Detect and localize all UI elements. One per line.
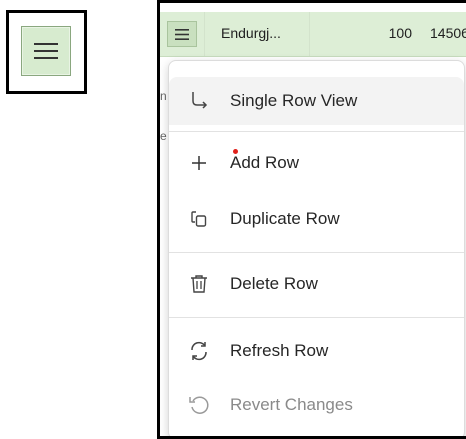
- menu-item-refresh-row[interactable]: Refresh Row: [169, 327, 464, 375]
- menu-item-label: Refresh Row: [230, 341, 329, 360]
- grid-cell-number[interactable]: 100: [366, 25, 412, 41]
- menu-item-single-row-view[interactable]: Single Row View: [169, 77, 464, 125]
- selected-grid-row[interactable]: Endurgj... 100 145060: [160, 12, 466, 57]
- hamburger-icon: [175, 28, 189, 40]
- indicator-dot: [233, 149, 238, 154]
- hamburger-icon: [34, 43, 58, 59]
- duplicate-icon: [187, 207, 211, 231]
- menu-item-label: Add Row: [230, 153, 299, 172]
- zoom-callout: [6, 10, 87, 94]
- background-text-fragment: n: [160, 89, 167, 103]
- menu-item-revert-changes[interactable]: Revert Changes: [169, 381, 464, 429]
- plus-icon: [187, 151, 211, 175]
- row-actions-button-zoomed[interactable]: [21, 26, 71, 76]
- revert-icon: [187, 393, 211, 417]
- menu-separator: [169, 131, 464, 132]
- row-actions-menu: Single Row View Add Row Duplicate Row De…: [168, 60, 465, 436]
- menu-item-delete-row[interactable]: Delete Row: [169, 260, 464, 308]
- grid-cell-name[interactable]: Endurgj...: [221, 25, 281, 41]
- menu-item-label: Delete Row: [230, 274, 318, 293]
- column-divider: [204, 12, 205, 56]
- trash-icon: [187, 272, 211, 296]
- menu-item-label: Revert Changes: [230, 395, 353, 414]
- refresh-icon: [187, 339, 211, 363]
- menu-item-label: Single Row View: [230, 91, 358, 110]
- grid-panel: Endurgj... 100 145060 n e Single Row Vie…: [157, 0, 466, 439]
- menu-item-add-row[interactable]: Add Row: [169, 139, 464, 187]
- background-text-fragment: e: [160, 129, 167, 143]
- row-actions-button[interactable]: [167, 21, 197, 47]
- menu-separator: [169, 252, 464, 253]
- single-row-view-icon: [187, 89, 211, 113]
- grid-cell-number-2[interactable]: 145060: [430, 25, 466, 41]
- menu-separator: [169, 317, 464, 318]
- column-divider: [309, 12, 310, 56]
- menu-item-duplicate-row[interactable]: Duplicate Row: [169, 195, 464, 243]
- menu-item-label: Duplicate Row: [230, 209, 340, 228]
